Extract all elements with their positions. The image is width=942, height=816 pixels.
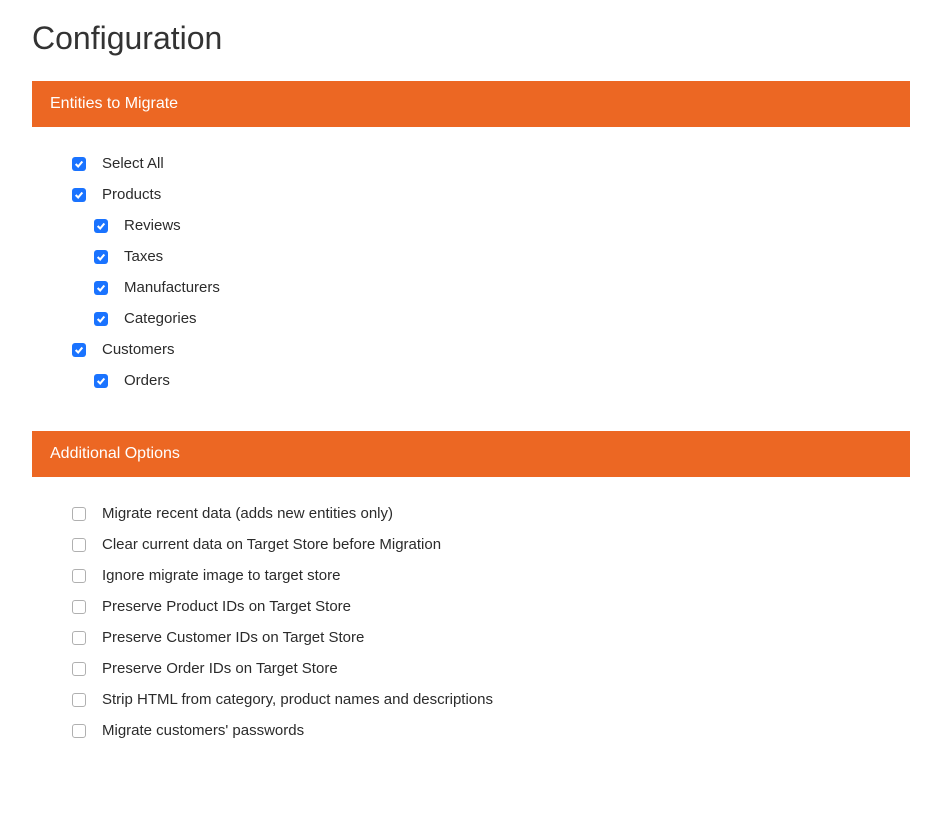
categories-label: Categories: [124, 310, 197, 327]
additional-header: Additional Options: [32, 431, 910, 477]
strip-html-label: Strip HTML from category, product names …: [102, 691, 493, 708]
preserve-order-ids-item: Preserve Order IDs on Target Store: [72, 660, 870, 677]
customers-checkbox[interactable]: [72, 343, 86, 357]
preserve-product-ids-checkbox[interactable]: [72, 600, 86, 614]
strip-html-checkbox[interactable]: [72, 693, 86, 707]
preserve-customer-ids-item: Preserve Customer IDs on Target Store: [72, 629, 870, 646]
preserve-product-ids-item: Preserve Product IDs on Target Store: [72, 598, 870, 615]
customers-label: Customers: [102, 341, 175, 358]
entities-body: Select All Products Reviews Taxes Manufa: [32, 127, 910, 431]
migrate-recent-checkbox[interactable]: [72, 507, 86, 521]
categories-item: Categories: [94, 310, 870, 327]
ignore-image-checkbox[interactable]: [72, 569, 86, 583]
customers-item: Customers: [72, 341, 870, 358]
migrate-passwords-item: Migrate customers' passwords: [72, 722, 870, 739]
orders-item: Orders: [94, 372, 870, 389]
entities-section: Entities to Migrate Select All Products …: [32, 81, 910, 431]
additional-body: Migrate recent data (adds new entities o…: [32, 477, 910, 781]
reviews-label: Reviews: [124, 217, 181, 234]
migrate-passwords-checkbox[interactable]: [72, 724, 86, 738]
clear-current-checkbox[interactable]: [72, 538, 86, 552]
preserve-order-ids-checkbox[interactable]: [72, 662, 86, 676]
categories-checkbox[interactable]: [94, 312, 108, 326]
migrate-passwords-label: Migrate customers' passwords: [102, 722, 304, 739]
entities-header: Entities to Migrate: [32, 81, 910, 127]
taxes-checkbox[interactable]: [94, 250, 108, 264]
preserve-order-ids-label: Preserve Order IDs on Target Store: [102, 660, 338, 677]
taxes-item: Taxes: [94, 248, 870, 265]
migrate-recent-label: Migrate recent data (adds new entities o…: [102, 505, 393, 522]
page-title: Configuration: [32, 20, 910, 57]
manufacturers-label: Manufacturers: [124, 279, 220, 296]
products-item: Products: [72, 186, 870, 203]
preserve-customer-ids-label: Preserve Customer IDs on Target Store: [102, 629, 364, 646]
taxes-label: Taxes: [124, 248, 163, 265]
ignore-image-item: Ignore migrate image to target store: [72, 567, 870, 584]
reviews-item: Reviews: [94, 217, 870, 234]
migrate-recent-item: Migrate recent data (adds new entities o…: [72, 505, 870, 522]
preserve-product-ids-label: Preserve Product IDs on Target Store: [102, 598, 351, 615]
manufacturers-checkbox[interactable]: [94, 281, 108, 295]
orders-checkbox[interactable]: [94, 374, 108, 388]
select-all-checkbox[interactable]: [72, 157, 86, 171]
orders-label: Orders: [124, 372, 170, 389]
select-all-item: Select All: [72, 155, 870, 172]
clear-current-item: Clear current data on Target Store befor…: [72, 536, 870, 553]
products-label: Products: [102, 186, 161, 203]
reviews-checkbox[interactable]: [94, 219, 108, 233]
select-all-label: Select All: [102, 155, 164, 172]
additional-section: Additional Options Migrate recent data (…: [32, 431, 910, 781]
clear-current-label: Clear current data on Target Store befor…: [102, 536, 441, 553]
strip-html-item: Strip HTML from category, product names …: [72, 691, 870, 708]
products-checkbox[interactable]: [72, 188, 86, 202]
manufacturers-item: Manufacturers: [94, 279, 870, 296]
ignore-image-label: Ignore migrate image to target store: [102, 567, 340, 584]
preserve-customer-ids-checkbox[interactable]: [72, 631, 86, 645]
